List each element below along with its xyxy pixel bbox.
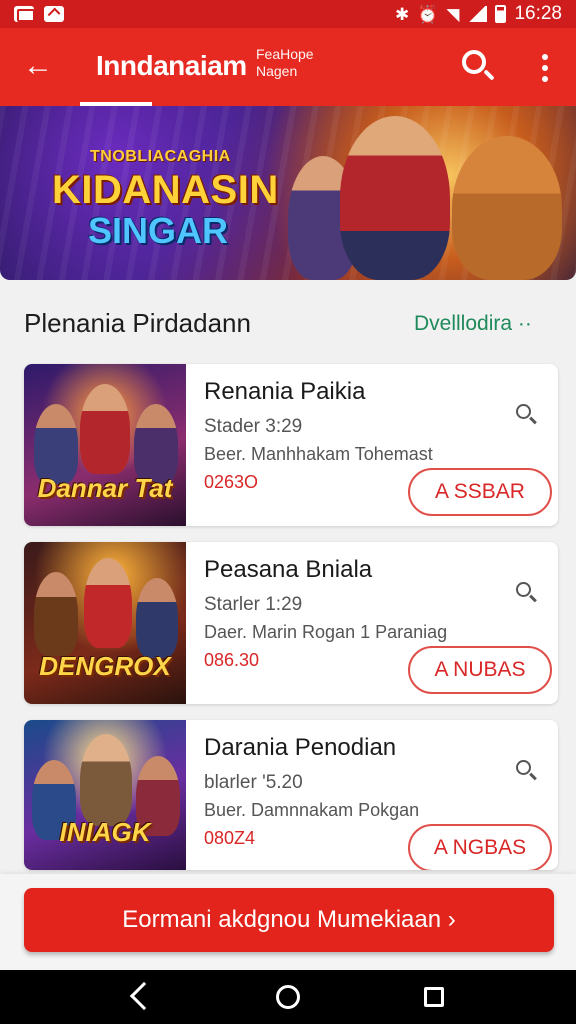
- app-notification-icon: [44, 6, 64, 22]
- game-price: 080Z4: [204, 828, 256, 848]
- nav-home-icon[interactable]: [276, 985, 300, 1009]
- game-action-button[interactable]: A NGBAS: [408, 824, 552, 870]
- game-thumbnail: INIAGK: [24, 720, 186, 870]
- game-meta: Stader 3:29: [204, 416, 303, 437]
- status-bar: ✱ ⏰ ◥ 16:28: [0, 0, 576, 28]
- game-description: Daer. Marin Rogan 1 Paraniag: [204, 622, 448, 642]
- banner-title-line-2: SINGAR: [88, 210, 229, 251]
- game-thumbnail-label: DENGROX: [39, 651, 171, 681]
- game-meta: Starler 1:29: [204, 594, 303, 615]
- app-title: Inndanaiam: [96, 50, 247, 81]
- game-title: Darania Penodian: [204, 734, 397, 761]
- search-icon[interactable]: [516, 404, 540, 428]
- search-icon[interactable]: [516, 760, 540, 784]
- wifi-icon: ◥: [446, 4, 460, 24]
- app-subtitle: FeaHope Nagen: [256, 46, 314, 80]
- more-options-icon[interactable]: [530, 50, 560, 86]
- game-meta: blarler '5.20: [204, 772, 303, 793]
- game-thumbnail-label: Dannar Tat: [37, 473, 173, 503]
- bluetooth-icon: ✱: [394, 4, 410, 24]
- game-title: Peasana Bniala: [204, 556, 373, 583]
- section-title: Plenania Pirdadann: [24, 308, 251, 338]
- section-see-all-link[interactable]: Dvelllodira ··: [414, 312, 532, 336]
- alarm-icon: ⏰: [417, 4, 439, 24]
- banner-tagline: TNOBLIACAGHIA: [90, 148, 231, 165]
- game-price: 0263O: [204, 472, 259, 492]
- game-description: Beer. Manhhakam Tohemast: [204, 444, 433, 464]
- game-thumbnail: Dannar Tat: [24, 364, 186, 526]
- search-icon[interactable]: [516, 582, 540, 606]
- search-icon[interactable]: [458, 46, 498, 86]
- game-card[interactable]: Dannar Tat Renania Paikia Stader 3:29 Be…: [24, 364, 558, 526]
- app-subtitle-line-1: FeaHope: [256, 46, 314, 62]
- game-card[interactable]: INIAGK Darania Penodian blarler '5.20 Bu…: [24, 720, 558, 870]
- system-navigation-bar: [0, 970, 576, 1024]
- banner-beast-character: [452, 136, 562, 280]
- banner-title-line-1: KIDANASIN: [52, 168, 279, 212]
- primary-cta-button[interactable]: Eormani akdgnou Mumekiaan ›: [24, 888, 554, 952]
- hero-banner[interactable]: TNOBLIACAGHIA KIDANASIN SINGAR: [0, 106, 576, 280]
- app-bar: ← Inndanaiam FeaHope Nagen: [0, 28, 576, 106]
- signal-icon: [467, 6, 488, 22]
- gallery-notification-icon: [14, 6, 35, 22]
- app-subtitle-line-2: Nagen: [256, 63, 298, 79]
- game-thumbnail-label: INIAGK: [59, 817, 151, 847]
- game-card[interactable]: DENGROX Peasana Bniala Starler 1:29 Daer…: [24, 542, 558, 704]
- banner-hero-character: [340, 116, 450, 280]
- battery-icon: [495, 5, 507, 23]
- nav-recents-icon[interactable]: [424, 987, 444, 1007]
- status-time: 16:28: [514, 3, 562, 24]
- game-thumbnail: DENGROX: [24, 542, 186, 704]
- nav-back-icon[interactable]: [129, 981, 159, 1011]
- back-arrow-icon[interactable]: ←: [18, 48, 58, 88]
- game-description: Buer. Damnnakam Pokgan: [204, 800, 420, 820]
- game-title: Renania Paikia: [204, 378, 366, 405]
- game-action-button[interactable]: A NUBAS: [408, 646, 552, 694]
- game-price: 086.30: [204, 650, 260, 670]
- game-action-button[interactable]: A SSBAR: [408, 468, 552, 516]
